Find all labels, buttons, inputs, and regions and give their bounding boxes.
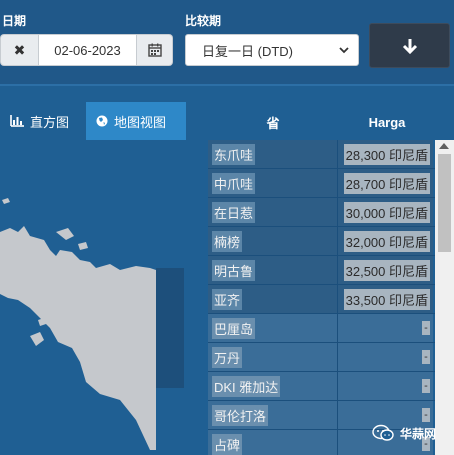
column-header-province[interactable]: 省 — [208, 104, 338, 140]
province-name: 东爪哇 — [212, 143, 256, 165]
tab-map-view[interactable]: 地图视图 — [86, 102, 186, 140]
table-row[interactable]: 明古鲁 32,500 印尼盾 — [208, 256, 454, 285]
wechat-icon — [372, 424, 394, 441]
table-row[interactable]: 东爪哇 28,300 印尼盾 — [208, 140, 454, 169]
table-row[interactable]: DKI 雅加达 - — [208, 372, 454, 401]
island-shape — [56, 228, 74, 240]
province-price-table: 东爪哇 28,300 印尼盾 中爪哇 28,700 印尼盾 在日惹 30,000… — [208, 140, 454, 455]
tab-histogram-label: 直方图 — [30, 114, 70, 130]
arrow-down-icon — [402, 38, 417, 54]
province-name: 在日惹 — [212, 201, 256, 223]
date-label: 日期 — [2, 14, 27, 28]
scrollbar-thumb[interactable] — [438, 154, 451, 252]
table-row[interactable]: 巴厘岛 - — [208, 314, 454, 343]
province-name: 亚齐 — [212, 288, 243, 310]
papua-region[interactable] — [0, 226, 156, 450]
bar-chart-icon — [10, 115, 24, 127]
globe-icon — [96, 115, 108, 127]
price-value: 28,300 印尼盾 — [343, 143, 430, 165]
map-view[interactable] — [0, 150, 200, 450]
table-scrollbar[interactable] — [435, 140, 454, 455]
calendar-icon — [147, 43, 162, 57]
apply-button[interactable] — [369, 23, 450, 68]
date-input[interactable] — [38, 34, 137, 66]
calendar-button[interactable] — [137, 34, 173, 66]
province-name: 万丹 — [212, 346, 243, 368]
price-value: 30,000 印尼盾 — [343, 201, 430, 223]
column-header-price[interactable]: Harga — [338, 104, 436, 140]
island-shape — [30, 332, 44, 346]
table-row[interactable]: 亚齐 33,500 印尼盾 — [208, 285, 454, 314]
province-name: 楠榜 — [212, 230, 243, 252]
province-name: 中爪哇 — [212, 172, 256, 194]
price-value: 28,700 印尼盾 — [343, 172, 430, 194]
island-shape — [78, 242, 88, 250]
province-name: 明古鲁 — [212, 259, 256, 281]
close-icon: ✖ — [13, 41, 26, 58]
table-row[interactable]: 中爪哇 28,700 印尼盾 — [208, 169, 454, 198]
table-row[interactable]: 在日惹 30,000 印尼盾 — [208, 198, 454, 227]
price-value: 32,500 印尼盾 — [343, 259, 430, 281]
price-value: 33,500 印尼盾 — [343, 288, 430, 310]
chevron-down-icon — [339, 47, 349, 54]
price-value: 32,000 印尼盾 — [343, 230, 430, 252]
table-row[interactable]: 万丹 - — [208, 343, 454, 372]
compare-period-select[interactable]: 日复一日 (DTD) — [185, 34, 359, 66]
map-edge-region — [156, 268, 184, 388]
filter-bar: 日期 比较期 ✖ 日复一日 (DTD) — [0, 0, 454, 86]
compare-period-value: 日复一日 (DTD) — [202, 43, 293, 59]
price-value: - — [422, 379, 430, 393]
table-row[interactable]: 楠榜 32,000 印尼盾 — [208, 227, 454, 256]
compare-label: 比较期 — [185, 14, 222, 28]
province-name: 占碑 — [212, 433, 243, 455]
province-name: 巴厘岛 — [212, 317, 256, 339]
tab-histogram[interactable]: 直方图 — [0, 102, 80, 140]
island-shape — [2, 198, 10, 204]
province-name: 哥伦打洛 — [212, 404, 269, 426]
province-map — [0, 198, 184, 450]
watermark: 华蒜网 — [372, 424, 436, 442]
scroll-up-arrow-icon[interactable] — [439, 143, 449, 149]
watermark-text: 华蒜网 — [400, 426, 437, 441]
province-name: DKI 雅加达 — [212, 375, 281, 397]
price-value: - — [422, 321, 430, 335]
table-header: 省 Harga — [208, 104, 454, 140]
clear-date-button[interactable]: ✖ — [0, 34, 38, 66]
price-value: - — [422, 350, 430, 364]
price-value: - — [422, 408, 430, 422]
tab-map-view-label: 地图视图 — [114, 114, 167, 130]
